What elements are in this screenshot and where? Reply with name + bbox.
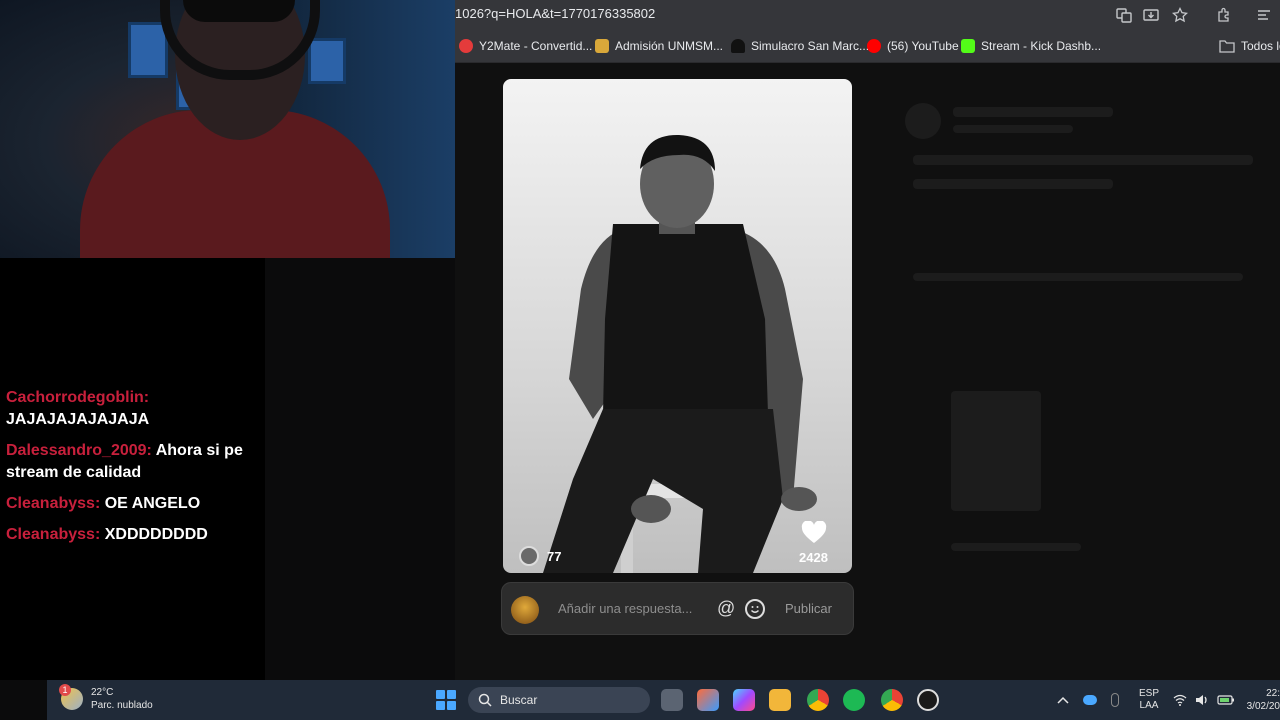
chat-text: JAJAJAJAJAJAJA — [6, 411, 150, 428]
onedrive-icon[interactable] — [1083, 695, 1097, 705]
weather-icon: 1 — [59, 684, 83, 710]
bookmark-label: Stream - Kick Dashb... — [981, 39, 1102, 53]
chat-message: Cleanabyss: OE ANGELO — [6, 493, 261, 515]
bookmark-unmsm[interactable]: Admisión UNMSM... — [595, 39, 723, 53]
youtube-icon — [867, 39, 881, 53]
replies-avatar[interactable] — [519, 546, 539, 566]
post-media[interactable]: 77 2428 — [503, 79, 852, 573]
volume-icon — [1196, 695, 1207, 705]
folder-icon — [1219, 40, 1235, 53]
simulacro-icon — [731, 39, 745, 53]
reading-list-icon[interactable] — [1255, 6, 1273, 24]
language-indicator[interactable]: ESP LAA — [1139, 680, 1159, 720]
weather-description: Parc. nublado — [91, 700, 153, 711]
clock-time: 22: — [1266, 688, 1280, 699]
bookmark-label: Admisión UNMSM... — [615, 39, 724, 53]
bookmark-label: Y2Mate - Convertid... — [479, 39, 593, 53]
temperature: 22°C — [91, 687, 114, 698]
taskbar-search[interactable]: Buscar — [468, 687, 650, 713]
bookmark-simulacro[interactable]: Simulacro San Marc... — [731, 39, 869, 53]
y2mate-icon — [459, 39, 473, 53]
language-secondary: LAA — [1139, 700, 1159, 711]
reply-input[interactable]: Añadir una respuesta... — [558, 601, 692, 616]
bookmark-y2mate[interactable]: Y2Mate - Convertid... — [459, 39, 592, 53]
chrome-profile-icon[interactable] — [881, 689, 903, 711]
chat-text: OE ANGELO — [104, 495, 201, 512]
copilot-icon[interactable] — [733, 689, 755, 711]
bookmark-label: Todos lo — [1241, 39, 1280, 53]
store-icon[interactable] — [697, 689, 719, 711]
browser-address-bar[interactable]: 1026?q=HOLA&t=1770176335802 — [455, 0, 1280, 30]
chat-username: Cleanabyss: — [6, 526, 101, 543]
chat-username: Cachorrodegoblin: — [6, 389, 150, 406]
quick-settings[interactable] — [1173, 680, 1235, 720]
chat-text: XDDDDDDDD — [104, 526, 208, 543]
file-explorer-icon[interactable] — [769, 689, 791, 711]
publish-button[interactable]: Publicar — [785, 601, 832, 616]
url-text[interactable]: 1026?q=HOLA&t=1770176335802 — [455, 6, 655, 21]
bookmark-star-icon[interactable] — [1171, 6, 1189, 24]
chat-message: Dalessandro_2009: Ahora si pe stream de … — [6, 440, 261, 484]
bookmark-youtube[interactable]: (56) YouTube — [867, 39, 959, 53]
kick-icon — [961, 39, 975, 53]
language-primary: ESP — [1139, 688, 1160, 699]
install-icon[interactable] — [1142, 6, 1160, 24]
task-view-icon[interactable] — [661, 689, 683, 711]
user-avatar — [511, 596, 539, 624]
start-button[interactable] — [436, 690, 456, 710]
wifi-icon — [1173, 694, 1187, 706]
post-photo — [543, 134, 817, 573]
reply-bar: Añadir una respuesta... @ Publicar — [501, 582, 854, 635]
reply-count[interactable]: 77 — [547, 549, 561, 564]
chat-overlay: Cachorrodegoblin: JAJAJAJAJAJAJA Dalessa… — [6, 387, 261, 555]
bookmark-label: (56) YouTube — [887, 39, 959, 53]
battery-icon — [1217, 695, 1234, 705]
clock[interactable]: 22: 3/02/20 — [1243, 680, 1280, 720]
search-icon — [478, 693, 492, 707]
clock-date: 3/02/20 — [1246, 701, 1280, 712]
translate-icon[interactable] — [1115, 6, 1133, 24]
bookmark-label: Simulacro San Marc... — [751, 39, 870, 53]
chat-message: Cachorrodegoblin: JAJAJAJAJAJAJA — [6, 387, 261, 431]
extensions-icon[interactable] — [1215, 6, 1233, 24]
screen: 1026?q=HOLA&t=1770176335802 Y2Mate - Con… — [0, 0, 1280, 720]
bookmarks-bar: Y2Mate - Convertid... Admisión UNMSM... … — [455, 30, 1280, 63]
chat-username: Cleanabyss: — [6, 495, 101, 512]
system-tray[interactable] — [1057, 680, 1119, 720]
heart-icon[interactable] — [801, 521, 827, 545]
chat-message: Cleanabyss: XDDDDDDDD — [6, 524, 261, 546]
taskbar: 1 22°C Parc. nublado Buscar ESP LAA 22: … — [47, 680, 1280, 720]
weather-widget[interactable]: 1 22°C Parc. nublado — [59, 684, 153, 712]
chevron-up-icon[interactable] — [1057, 695, 1069, 705]
mention-icon[interactable]: @ — [717, 598, 735, 619]
chat-username: Dalessandro_2009: — [6, 442, 152, 459]
obs-icon[interactable] — [917, 689, 939, 711]
bookmark-kick[interactable]: Stream - Kick Dashb... — [961, 39, 1101, 53]
emoji-icon[interactable] — [745, 599, 765, 619]
unmsm-icon — [595, 39, 609, 53]
bookmark-all-folder[interactable]: Todos lo — [1219, 39, 1280, 53]
microphone-icon[interactable] — [1111, 693, 1119, 707]
webcam-overlay — [0, 0, 455, 258]
notification-badge: 1 — [59, 684, 71, 696]
spotify-icon[interactable] — [843, 689, 865, 711]
chrome-icon[interactable] — [807, 689, 829, 711]
search-label: Buscar — [500, 693, 538, 707]
like-count[interactable]: 2428 — [799, 550, 828, 565]
